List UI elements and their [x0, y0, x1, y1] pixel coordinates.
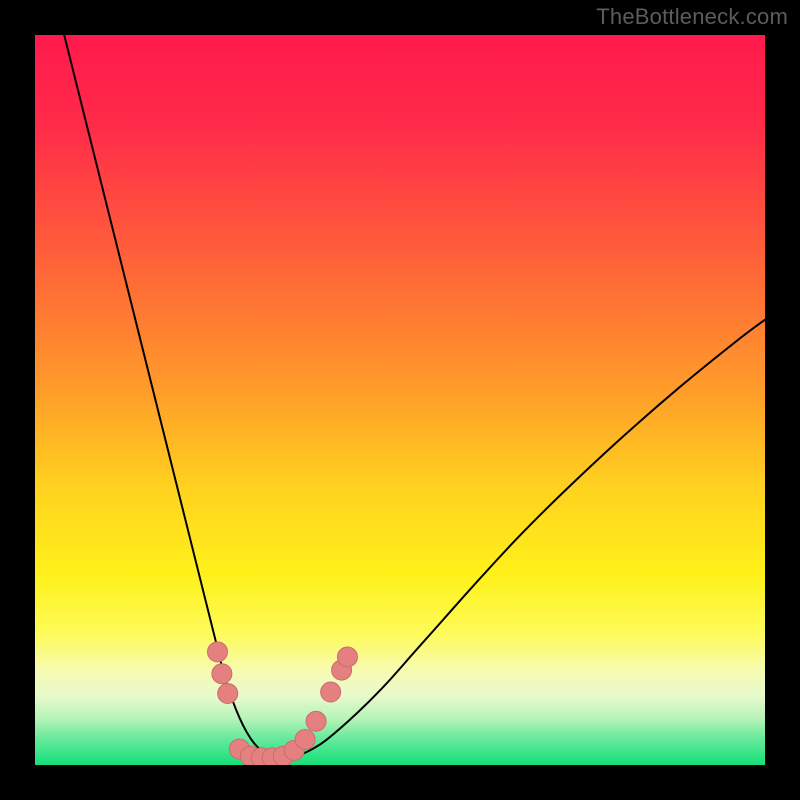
- watermark-text: TheBottleneck.com: [596, 4, 788, 30]
- curve-marker: [295, 729, 315, 749]
- curve-layer: [35, 35, 765, 765]
- bottleneck-curve: [64, 35, 765, 758]
- curve-marker: [218, 683, 238, 703]
- curve-marker: [321, 682, 341, 702]
- chart-frame: TheBottleneck.com: [0, 0, 800, 800]
- curve-marker: [208, 642, 228, 662]
- curve-marker: [306, 711, 326, 731]
- curve-marker: [212, 664, 232, 684]
- curve-markers: [208, 642, 358, 765]
- plot-area: [35, 35, 765, 765]
- curve-marker: [337, 647, 357, 667]
